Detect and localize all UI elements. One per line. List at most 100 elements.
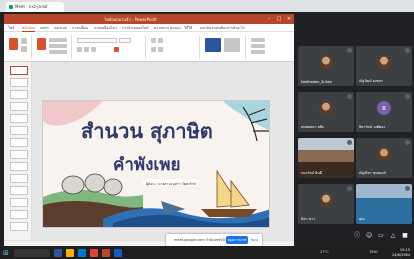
- close-icon[interactable]: ×: [286, 16, 292, 22]
- font-group: [74, 35, 146, 59]
- find-button[interactable]: [251, 38, 265, 42]
- ribbon-tab-file[interactable]: ไฟล์: [8, 25, 14, 31]
- word-icon[interactable]: [114, 249, 122, 257]
- slide-thumbnail[interactable]: [10, 114, 28, 123]
- slide-thumbnail[interactable]: [10, 66, 28, 75]
- slide-editing-area: สำนวน สุภาษิต คำพังเพย ผู้สอน : นางสาวอน…: [32, 62, 294, 240]
- underline-icon[interactable]: [91, 47, 96, 52]
- maximize-icon[interactable]: □: [276, 16, 282, 22]
- participant-tile[interactable]: Natthadon_Srikey: [298, 46, 354, 86]
- browser-tab-strip: Meet - nxz-ja-bd: [0, 0, 414, 12]
- slide-thumbnail[interactable]: [10, 222, 28, 231]
- reset-button[interactable]: [49, 44, 67, 48]
- cut-icon[interactable]: [21, 38, 27, 44]
- browser-tab-title: Meet - nxz-ja-bd: [15, 4, 48, 9]
- lock-icon[interactable]: ■: [402, 233, 408, 239]
- select-button[interactable]: [251, 50, 265, 54]
- participant-tile[interactable]: ณัฐวัฒน์ ยงขจร: [356, 46, 412, 86]
- participant-name: ณัฐวัฒน์ ยงขจร: [359, 79, 383, 83]
- taskbar-clock[interactable]: 10:15 24/6/2564: [392, 248, 410, 257]
- section-button[interactable]: [49, 50, 67, 54]
- paste-icon[interactable]: [9, 38, 18, 50]
- chrome-icon[interactable]: [90, 249, 98, 257]
- participant-name: นิตา ขาว: [301, 217, 316, 221]
- slide-thumbnail[interactable]: [10, 210, 28, 219]
- paragraph-group: [148, 35, 200, 59]
- input-language-label[interactable]: ENG: [370, 250, 378, 254]
- participant-avatar: [319, 55, 333, 69]
- slide-subtitle[interactable]: คำพังเพย: [113, 151, 180, 178]
- taskbar-search-box[interactable]: [14, 249, 50, 257]
- bold-icon[interactable]: [77, 47, 82, 52]
- slide-author-label[interactable]: ผู้สอน : นางสาวอนุสรา วัฒนรักษ์: [143, 179, 199, 186]
- task-view-icon[interactable]: [54, 249, 62, 257]
- hide-banner-button[interactable]: ซ่อน: [251, 236, 258, 244]
- ribbon-tab-insert[interactable]: แทรก: [40, 25, 49, 31]
- slide-thumbnail[interactable]: [10, 90, 28, 99]
- stop-sharing-button[interactable]: หยุดการแชร์: [226, 236, 248, 244]
- font-size-field[interactable]: [119, 38, 131, 43]
- powerpoint-icon[interactable]: [102, 249, 110, 257]
- italic-icon[interactable]: [84, 47, 89, 52]
- participant-tile[interactable]: ธนพลธนา ขยิบ: [298, 92, 354, 132]
- slides-group: [34, 35, 72, 59]
- powerpoint-title-bar: ไฟล์ออกมาแล้ว - PowerPoint – □ ×: [4, 14, 294, 24]
- windows-start-icon[interactable]: ⊞: [3, 249, 11, 257]
- info-icon[interactable]: ⓘ: [354, 233, 360, 239]
- layout-button[interactable]: [49, 38, 67, 42]
- participant-tile[interactable]: ธ ธิดารัตน์ วงศ์ทอง: [356, 92, 412, 132]
- new-slide-icon[interactable]: [37, 38, 46, 50]
- slide-thumbnail[interactable]: [10, 138, 28, 147]
- people-icon[interactable]: ☺: [366, 233, 372, 239]
- slide-thumbnail[interactable]: [10, 150, 28, 159]
- slide-thumbnail[interactable]: [10, 186, 28, 195]
- ribbon-tab-design[interactable]: ออกแบบ: [54, 25, 67, 31]
- copy-icon[interactable]: [21, 46, 27, 52]
- ribbon-tab-home[interactable]: หน้าแรก: [22, 25, 35, 32]
- arrange-icon[interactable]: [224, 38, 240, 52]
- shared-powerpoint-window: ไฟล์ออกมาแล้ว - PowerPoint – □ × ไฟล์ หน…: [4, 14, 294, 246]
- slide-title[interactable]: สำนวน สุภาษิต: [81, 115, 213, 147]
- font-color-icon[interactable]: [114, 47, 119, 52]
- font-name-field[interactable]: [77, 38, 117, 43]
- activities-icon[interactable]: △: [390, 233, 396, 239]
- ribbon-tabs: ไฟล์ หน้าแรก แทรก ออกแบบ การเปลี่ยน ภาพเ…: [4, 24, 294, 32]
- slide-thumbnails-panel[interactable]: [4, 62, 32, 246]
- file-explorer-icon[interactable]: [66, 249, 74, 257]
- align-center-icon[interactable]: [158, 47, 163, 52]
- ribbon-tab-animations[interactable]: ภาพเคลื่อนไหว: [94, 25, 117, 31]
- ribbon-tab-view[interactable]: มุมมอง: [170, 25, 181, 31]
- ribbon-tab-transitions[interactable]: การเปลี่ยน: [72, 25, 88, 31]
- ribbon-tab-help[interactable]: วิธีใช้: [184, 25, 192, 31]
- browser-tab[interactable]: Meet - nxz-ja-bd: [6, 2, 64, 12]
- tell-me-search[interactable]: บอกฉันว่าคุณต้องการทำอะไร: [200, 25, 245, 31]
- slide-thumbnail[interactable]: [10, 198, 28, 207]
- slide-thumbnail[interactable]: [10, 174, 28, 183]
- slide-thumbnail[interactable]: [10, 162, 28, 171]
- participant-tile[interactable]: กมลรัตน์ ยินดี: [298, 138, 354, 178]
- current-slide[interactable]: สำนวน สุภาษิต คำพังเพย ผู้สอน : นางสาวอน…: [42, 100, 270, 228]
- shapes-icon[interactable]: [205, 38, 221, 52]
- participant-tile[interactable]: นิตา ขาว: [298, 184, 354, 224]
- slide-thumbnail[interactable]: [10, 78, 28, 87]
- bullets-icon[interactable]: [151, 38, 156, 43]
- participant-avatar: [319, 193, 333, 207]
- weather-label[interactable]: 27°C: [320, 250, 329, 254]
- mic-off-icon: [347, 186, 352, 191]
- slide-thumbnail[interactable]: [10, 102, 28, 111]
- participant-tile[interactable]: ณัฐณิชา ขุนทองก์: [356, 138, 412, 178]
- replace-button[interactable]: [251, 44, 265, 48]
- ribbon-tab-review[interactable]: ตรวจทาน: [154, 25, 169, 31]
- edge-icon[interactable]: [78, 249, 86, 257]
- participant-avatar: [377, 55, 391, 69]
- align-left-icon[interactable]: [151, 47, 156, 52]
- participant-tile[interactable]: คุณ: [356, 184, 412, 224]
- participant-name: คุณ: [359, 217, 365, 221]
- numbering-icon[interactable]: [158, 38, 163, 43]
- ribbon-tab-slideshow[interactable]: การนำเสนอสไลด์: [122, 25, 148, 31]
- chat-icon[interactable]: ▭: [378, 233, 384, 239]
- mic-off-icon: [405, 140, 410, 145]
- slide-thumbnail[interactable]: [10, 126, 28, 135]
- minimize-icon[interactable]: –: [266, 16, 272, 22]
- clock-date: 24/6/2564: [392, 252, 410, 257]
